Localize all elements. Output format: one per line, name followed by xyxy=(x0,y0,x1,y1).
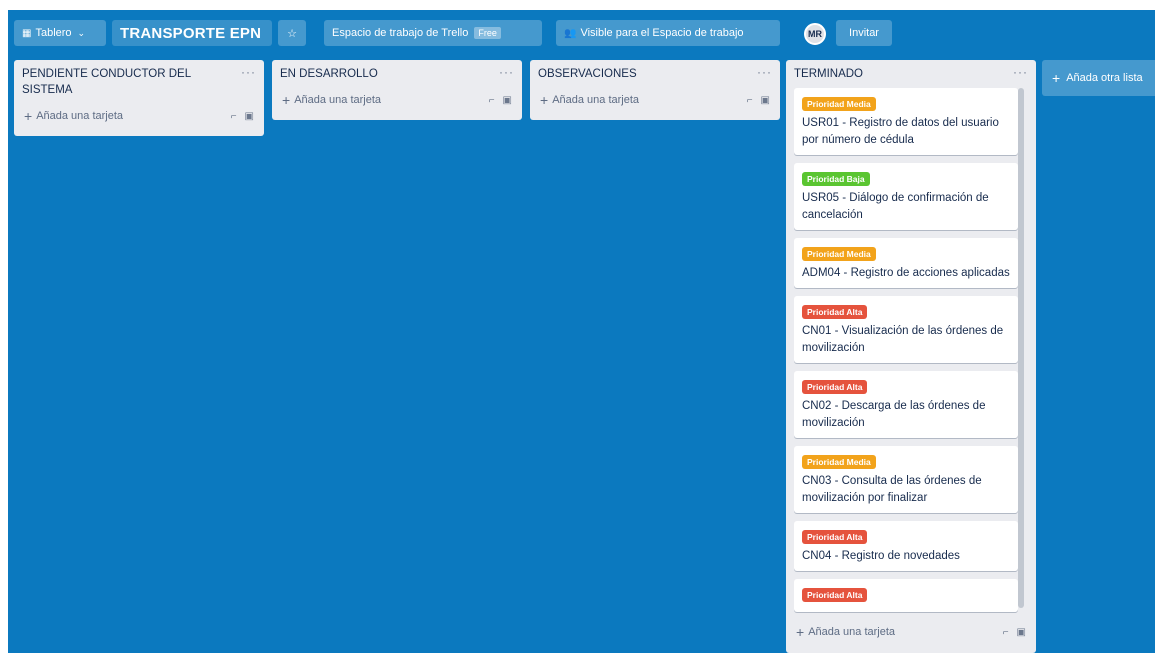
scrollbar[interactable] xyxy=(1018,88,1024,608)
card[interactable]: Prioridad Alta CN01 - Visualización de l… xyxy=(794,296,1018,363)
card[interactable]: Prioridad Alta CN02 - Descarga de las ór… xyxy=(794,371,1018,438)
workspace-button[interactable]: Espacio de trabajo de Trello Free xyxy=(324,20,542,46)
list-title[interactable]: EN DESARROLLO xyxy=(280,66,378,82)
template-card-icon[interactable]: ▣ xyxy=(503,95,512,106)
list-title[interactable]: PENDIENTE CONDUCTOR DEL SISTEMA xyxy=(22,66,222,98)
card-title: CN04 - Registro de novedades xyxy=(802,550,960,562)
priority-label: Prioridad Media xyxy=(802,97,876,111)
add-card-label: Añada una tarjeta xyxy=(36,110,124,122)
board-menu-button[interactable]: ▦ Tablero ⌄ xyxy=(14,20,106,46)
template-card-icon[interactable]: ▣ xyxy=(1017,627,1026,638)
list-pendiente: PENDIENTE CONDUCTOR DEL SISTEMA ··· + Añ… xyxy=(14,60,264,136)
template-card-icon[interactable]: ▣ xyxy=(761,95,770,106)
invite-button[interactable]: Invitar xyxy=(836,20,892,46)
priority-label: Prioridad Alta xyxy=(802,380,868,394)
card-title: CN03 - Consulta de las órdenes de movili… xyxy=(802,475,982,504)
card[interactable]: Prioridad Media USR01 - Registro de dato… xyxy=(794,88,1018,155)
add-card-label: Añada una tarjeta xyxy=(294,94,382,106)
plus-icon: + xyxy=(24,108,33,124)
create-from-template-icon[interactable]: ⌐ xyxy=(1003,627,1009,638)
board-menu-label: Tablero xyxy=(35,27,72,39)
card-list[interactable]: Prioridad Media USR01 - Registro de dato… xyxy=(794,88,1028,616)
add-card-button[interactable]: + Añada una tarjeta ⌐ ▣ xyxy=(794,620,1028,644)
list-title[interactable]: TERMINADO xyxy=(794,66,863,82)
plus-icon: + xyxy=(540,92,549,108)
priority-label: Prioridad Media xyxy=(802,247,876,261)
card[interactable]: Prioridad Alta CN04 - Registro de noveda… xyxy=(794,521,1018,571)
add-list-label: Añada otra lista xyxy=(1066,72,1143,84)
list-title[interactable]: OBSERVACIONES xyxy=(538,66,637,82)
board-title[interactable]: TRANSPORTE EPN xyxy=(112,20,272,46)
create-from-template-icon[interactable]: ⌐ xyxy=(231,111,237,122)
add-card-button[interactable]: + Añada una tarjeta ⌐ ▣ xyxy=(22,104,256,128)
avatar[interactable]: MR xyxy=(804,23,826,45)
card-title: CN02 - Descarga de las órdenes de movili… xyxy=(802,400,986,429)
add-card-button[interactable]: + Añada una tarjeta ⌐ ▣ xyxy=(280,88,514,112)
visibility-label: Visible para el Espacio de trabajo xyxy=(580,27,744,39)
board-canvas: ▦ Tablero ⌄ TRANSPORTE EPN ☆ Espacio de … xyxy=(8,10,1155,653)
priority-label: Prioridad Alta xyxy=(802,530,868,544)
list-terminado: TERMINADO ··· Prioridad Media USR01 - Re… xyxy=(786,60,1036,653)
card-title: CN01 - Visualización de las órdenes de m… xyxy=(802,325,1004,354)
priority-label: Prioridad Alta xyxy=(802,588,868,602)
create-from-template-icon[interactable]: ⌐ xyxy=(489,95,495,106)
free-badge: Free xyxy=(474,27,501,39)
list-en-desarrollo: EN DESARROLLO ··· + Añada una tarjeta ⌐ … xyxy=(272,60,522,120)
more-options-icon[interactable]: ··· xyxy=(1013,66,1028,78)
star-button[interactable]: ☆ xyxy=(278,20,306,46)
create-from-template-icon[interactable]: ⌐ xyxy=(747,95,753,106)
plus-icon: + xyxy=(796,624,805,640)
board-icon: ▦ xyxy=(22,27,32,39)
more-options-icon[interactable]: ··· xyxy=(241,66,256,78)
card[interactable]: Prioridad Alta xyxy=(794,579,1018,612)
card-title: USR05 - Diálogo de confirmación de cance… xyxy=(802,192,989,221)
priority-label: Prioridad Baja xyxy=(802,172,870,186)
visibility-button[interactable]: 👥 Visible para el Espacio de trabajo xyxy=(556,20,780,46)
card-title: ADM04 - Registro de acciones aplicadas xyxy=(802,267,1010,279)
add-card-label: Añada una tarjeta xyxy=(808,626,896,638)
more-options-icon[interactable]: ··· xyxy=(499,66,514,78)
priority-label: Prioridad Media xyxy=(802,455,876,469)
people-icon: 👥 xyxy=(564,27,577,39)
plus-icon: + xyxy=(1052,70,1061,86)
card-title: USR01 - Registro de datos del usuario po… xyxy=(802,117,999,146)
star-icon: ☆ xyxy=(287,27,297,40)
priority-label: Prioridad Alta xyxy=(802,305,868,319)
add-list-button[interactable]: + Añada otra lista xyxy=(1042,60,1155,96)
chevron-down-icon: ⌄ xyxy=(77,27,86,38)
card[interactable]: Prioridad Baja USR05 - Diálogo de confir… xyxy=(794,163,1018,230)
board-header: ▦ Tablero ⌄ TRANSPORTE EPN ☆ Espacio de … xyxy=(8,10,1155,60)
template-card-icon[interactable]: ▣ xyxy=(245,111,254,122)
list-observaciones: OBSERVACIONES ··· + Añada una tarjeta ⌐ … xyxy=(530,60,780,120)
more-options-icon[interactable]: ··· xyxy=(757,66,772,78)
add-card-button[interactable]: + Añada una tarjeta ⌐ ▣ xyxy=(538,88,772,112)
plus-icon: + xyxy=(282,92,291,108)
card[interactable]: Prioridad Media ADM04 - Registro de acci… xyxy=(794,238,1018,288)
add-card-label: Añada una tarjeta xyxy=(552,94,640,106)
workspace-label: Espacio de trabajo de Trello xyxy=(332,27,469,39)
card[interactable]: Prioridad Media CN03 - Consulta de las ó… xyxy=(794,446,1018,513)
